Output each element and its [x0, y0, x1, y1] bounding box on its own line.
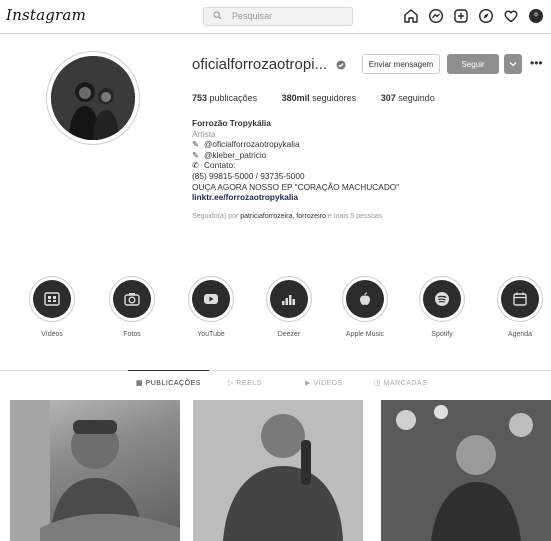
- highlight-agenda[interactable]: Agenda: [490, 276, 550, 338]
- instagram-logo[interactable]: Instagram: [6, 6, 86, 24]
- profile-picture-ring[interactable]: [46, 51, 140, 145]
- follow-button[interactable]: Seguir: [447, 54, 499, 74]
- home-icon[interactable]: [402, 7, 420, 25]
- following-stat[interactable]: 307 seguindo: [381, 93, 435, 103]
- search-input[interactable]: Pesquisar: [203, 7, 353, 26]
- heart-icon[interactable]: [502, 7, 520, 25]
- tab-reels[interactable]: ▷ REELS: [228, 379, 262, 387]
- posts-stat: 753 publicações: [192, 93, 258, 103]
- highlight-label: Fotos: [123, 331, 141, 338]
- suggested-accounts-button[interactable]: [504, 54, 522, 74]
- profile-picture: [51, 56, 135, 140]
- reels-icon: ▷: [228, 380, 234, 387]
- messenger-icon[interactable]: [427, 7, 445, 25]
- post-image: [381, 400, 551, 541]
- grid-icon: ▦: [136, 380, 144, 387]
- profile-bio: Forrozão Tropykália Artista ✎ @oficialfor…: [192, 118, 542, 222]
- apple-icon: [360, 292, 370, 305]
- send-message-button[interactable]: Enviar mensagem: [362, 54, 440, 74]
- search-icon: [213, 11, 222, 22]
- new-post-icon[interactable]: [452, 7, 470, 25]
- highlight-spotify[interactable]: Spotify: [412, 276, 472, 338]
- bio-external-link[interactable]: linktr.ee/forrozaotropykalia: [192, 192, 542, 203]
- nav-icons: [402, 7, 545, 25]
- more-options-icon[interactable]: •••: [530, 56, 543, 70]
- tag-icon: ◫: [374, 380, 382, 387]
- highlight-label: Agenda: [507, 331, 533, 338]
- highlight-youtube[interactable]: YouTube: [181, 276, 241, 338]
- chevron-down-icon: [509, 62, 517, 67]
- highlight-photos[interactable]: Fotos: [102, 276, 162, 338]
- highlight-label: Apple Music: [345, 331, 385, 338]
- camera-icon: [124, 293, 140, 306]
- highlight-label: YouTube: [197, 331, 225, 338]
- profile-tabs: ▦ PUBLICAÇÕES ▷ REELS ▶ VÍDEOS ◫ MARCADA…: [0, 370, 551, 393]
- post-thumbnail[interactable]: [381, 400, 551, 541]
- profile-avatar[interactable]: [527, 7, 545, 25]
- bio-line-phones: (85) 99815-5000 / 93735-5000: [192, 170, 305, 181]
- bio-line-mention-2[interactable]: ✎ @kleber_patricio: [192, 150, 542, 161]
- followed-by[interactable]: Seguido(a) por patriciaforrozeira, forro…: [192, 212, 542, 223]
- verified-badge-icon: [336, 57, 346, 75]
- video-tab-icon: ▶: [305, 380, 311, 387]
- post-image: [10, 400, 180, 541]
- highlight-label: Deezer: [277, 331, 301, 338]
- highlight-deezer[interactable]: Deezer: [259, 276, 319, 338]
- profile-full-name: Forrozão Tropykália: [192, 118, 271, 128]
- highlight-videos[interactable]: Vídeos: [22, 276, 82, 338]
- spotify-icon: [435, 292, 449, 306]
- highlight-label: Spotify: [431, 331, 453, 338]
- youtube-icon: [204, 294, 218, 304]
- tab-tagged[interactable]: ◫ MARCADAS: [374, 379, 427, 387]
- bio-line-mention-1[interactable]: ✎ @oficialforrozaotropykalia: [192, 139, 542, 150]
- bio-line-contact: ✆ Contato:: [192, 160, 236, 171]
- pencil-icon: ✎: [192, 149, 199, 160]
- top-navigation-bar: Instagram Pesquisar: [0, 0, 551, 34]
- post-thumbnail[interactable]: [193, 400, 363, 541]
- search-placeholder: Pesquisar: [232, 11, 273, 21]
- profile-category: Artista: [192, 128, 216, 139]
- post-image: [193, 400, 363, 541]
- pencil-icon: ✎: [192, 139, 199, 150]
- calendar-icon: [513, 292, 527, 306]
- deezer-icon: [282, 295, 295, 305]
- profile-stats: 753 publicações 380mil seguidores 307 se…: [192, 93, 457, 103]
- explore-icon[interactable]: [477, 7, 495, 25]
- video-icon: [44, 292, 60, 306]
- profile-username: oficialforrozaotropi...: [192, 56, 328, 73]
- bio-line-announcement: OUÇA AGORA NOSSO EP "CORAÇÃO MACHUCADO": [192, 181, 400, 192]
- post-thumbnail[interactable]: [10, 400, 180, 541]
- tab-videos[interactable]: ▶ VÍDEOS: [305, 379, 343, 387]
- highlight-apple-music[interactable]: Apple Music: [335, 276, 395, 338]
- tab-posts[interactable]: ▦ PUBLICAÇÕES: [128, 370, 209, 387]
- highlight-label: Vídeos: [41, 331, 63, 338]
- phone-icon: ✆: [192, 160, 199, 171]
- followers-stat[interactable]: 380mil seguidores: [282, 93, 357, 103]
